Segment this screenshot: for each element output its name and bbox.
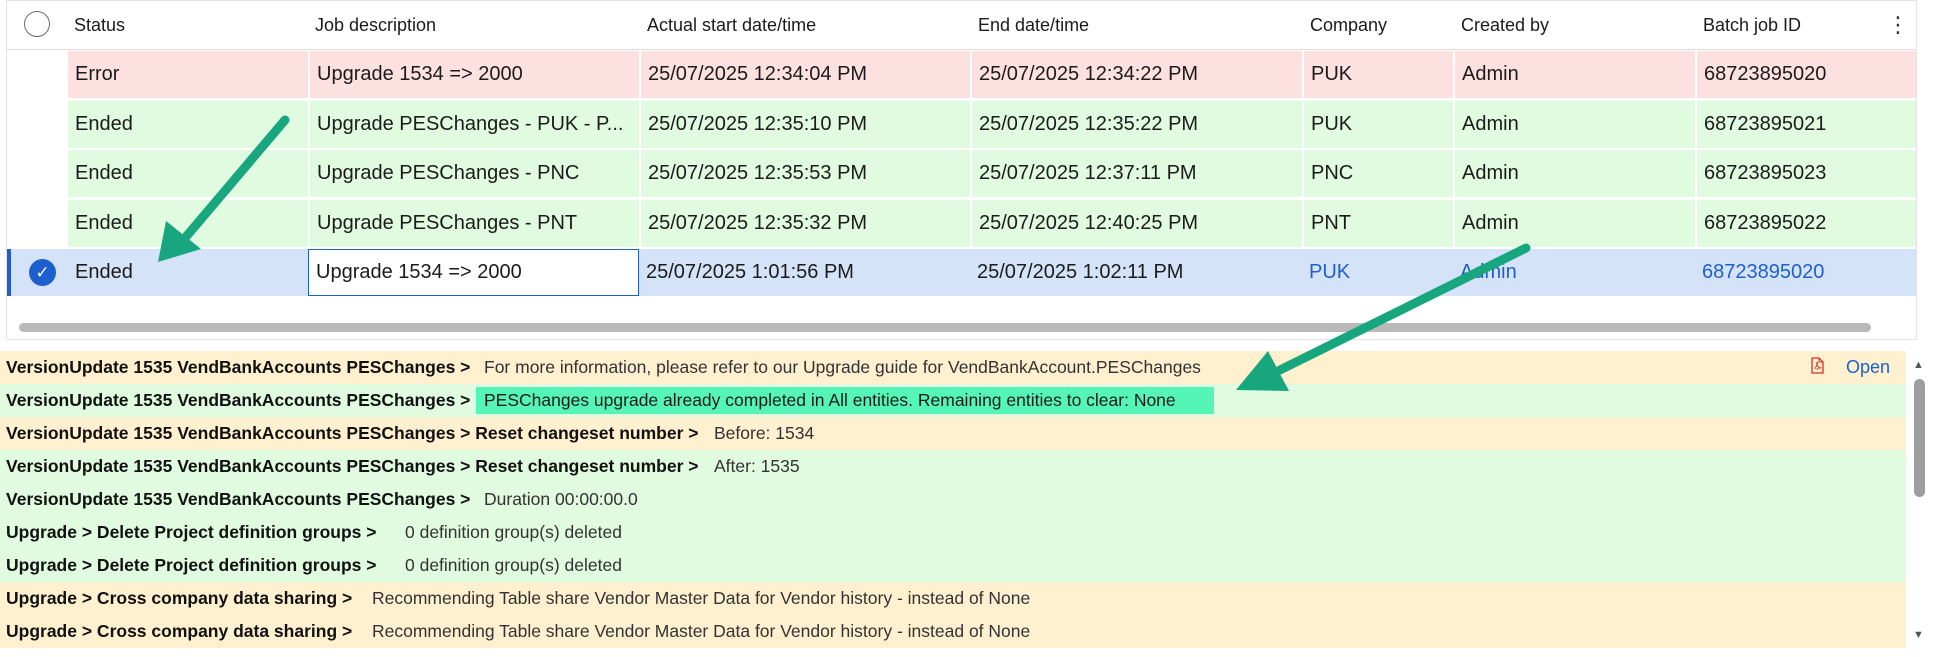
status-cell: Ended <box>75 212 133 234</box>
vertical-scrollbar-thumb[interactable] <box>1914 379 1925 497</box>
log-path: VersionUpdate 1535 VendBankAccounts PESC… <box>6 456 699 476</box>
log-message-row: Upgrade > Delete Project definition grou… <box>0 516 1906 549</box>
end-cell[interactable]: 25/07/2025 12:34:22 PM <box>970 51 1302 98</box>
job-description-cell[interactable]: Upgrade PESChanges - PNC <box>308 150 639 197</box>
pdf-icon[interactable] <box>1811 357 1824 374</box>
log-message: Duration 00:00:00.0 <box>484 489 638 509</box>
batch-jobs-grid: Status Job description Actual start date… <box>6 0 1917 340</box>
vertical-scrollbar[interactable]: ▲ ▼ <box>1908 351 1930 657</box>
batch-id-cell[interactable]: 68723895020 <box>1695 51 1916 98</box>
log-message-row: Upgrade > Cross company data sharing > R… <box>0 615 1906 648</box>
end-cell[interactable]: 25/07/2025 12:40:25 PM <box>970 200 1302 247</box>
table-row[interactable]: Ended Upgrade PESChanges - PNT 25/07/202… <box>7 199 1916 248</box>
log-message-row: VersionUpdate 1535 VendBankAccounts PESC… <box>0 351 1906 384</box>
job-description-cell[interactable]: Upgrade PESChanges - PNT <box>308 200 639 247</box>
log-path: VersionUpdate 1535 VendBankAccounts PESC… <box>6 423 699 443</box>
log-path: VersionUpdate 1535 VendBankAccounts PESC… <box>6 390 471 410</box>
log-message-row: VersionUpdate 1535 VendBankAccounts PESC… <box>0 417 1906 450</box>
created-by-cell[interactable]: Admin <box>1453 51 1695 98</box>
job-description-cell[interactable]: Upgrade 1534 => 2000 <box>308 249 639 296</box>
log-path: Upgrade > Delete Project definition grou… <box>6 555 377 575</box>
job-description-cell[interactable]: Upgrade PESChanges - PUK - P... <box>308 101 639 148</box>
created-by-cell[interactable]: Admin <box>1453 200 1695 247</box>
log-message-highlighted: PESChanges upgrade already completed in … <box>476 387 1214 414</box>
log-path: VersionUpdate 1535 VendBankAccounts PESC… <box>6 489 471 509</box>
column-header-end[interactable]: End date/time <box>978 1 1089 49</box>
log-message: Recommending Table share Vendor Master D… <box>372 621 1031 641</box>
company-cell[interactable]: PUK <box>1302 51 1453 98</box>
log-message: Recommending Table share Vendor Master D… <box>372 588 1031 608</box>
batch-id-cell[interactable]: 68723895022 <box>1695 200 1916 247</box>
status-cell: Error <box>75 63 120 85</box>
log-path: VersionUpdate 1535 VendBankAccounts PESC… <box>6 357 471 377</box>
log-path: Upgrade > Cross company data sharing > <box>6 588 353 608</box>
horizontal-scrollbar[interactable] <box>13 321 1910 333</box>
scroll-down-icon[interactable]: ▼ <box>1913 629 1924 641</box>
log-message-row: VersionUpdate 1535 VendBankAccounts PESC… <box>0 384 1906 417</box>
status-cell: Ended <box>75 261 133 283</box>
log-message-row: VersionUpdate 1535 VendBankAccounts PESC… <box>0 483 1906 516</box>
log-path: Upgrade > Delete Project definition grou… <box>6 522 377 542</box>
created-by-cell[interactable]: Admin <box>1453 150 1695 197</box>
column-header-batch-job-id[interactable]: Batch job ID <box>1703 1 1801 49</box>
column-header-job-description[interactable]: Job description <box>315 1 436 49</box>
start-cell[interactable]: 25/07/2025 12:35:10 PM <box>639 101 970 148</box>
selection-marker <box>7 249 11 296</box>
start-cell[interactable]: 25/07/2025 12:34:04 PM <box>639 51 970 98</box>
select-all-checkbox[interactable] <box>24 11 50 37</box>
log-message-row: Upgrade > Cross company data sharing > R… <box>0 582 1906 615</box>
log-message-row: Upgrade > Delete Project definition grou… <box>0 549 1906 582</box>
column-header-status[interactable]: Status <box>74 1 125 49</box>
grid-header: Status Job description Actual start date… <box>7 1 1916 50</box>
start-cell[interactable]: 25/07/2025 1:01:56 PM <box>639 249 970 296</box>
company-cell[interactable]: PUK <box>1302 101 1453 148</box>
created-by-cell[interactable]: Admin <box>1453 101 1695 148</box>
table-row[interactable]: Error Upgrade 1534 => 2000 25/07/2025 12… <box>7 50 1916 99</box>
batch-id-cell[interactable]: 68723895021 <box>1695 101 1916 148</box>
batch-id-cell[interactable]: 68723895023 <box>1695 150 1916 197</box>
checkmark-icon[interactable]: ✓ <box>29 259 56 286</box>
table-row[interactable]: Ended Upgrade PESChanges - PUK - P... 25… <box>7 100 1916 149</box>
job-description-cell[interactable]: Upgrade 1534 => 2000 <box>308 51 639 98</box>
batch-id-link[interactable]: 68723895020 <box>1695 249 1916 296</box>
end-cell[interactable]: 25/07/2025 12:37:11 PM <box>970 150 1302 197</box>
column-header-company[interactable]: Company <box>1310 1 1387 49</box>
horizontal-scrollbar-thumb[interactable] <box>19 323 1871 332</box>
log-path: Upgrade > Cross company data sharing > <box>6 621 353 641</box>
table-row[interactable]: Ended Upgrade PESChanges - PNC 25/07/202… <box>7 149 1916 198</box>
column-header-created-by[interactable]: Created by <box>1461 1 1549 49</box>
log-message: Before: 1534 <box>714 423 815 443</box>
log-message: 0 definition group(s) deleted <box>405 555 622 575</box>
end-cell[interactable]: 25/07/2025 1:02:11 PM <box>970 249 1302 296</box>
log-message: After: 1535 <box>714 456 800 476</box>
column-header-actual-start[interactable]: Actual start date/time <box>647 1 816 49</box>
company-link[interactable]: PUK <box>1302 249 1453 296</box>
log-message-row: VersionUpdate 1535 VendBankAccounts PESC… <box>0 450 1906 483</box>
more-vertical-icon[interactable]: ⋮ <box>1886 1 1910 49</box>
scroll-up-icon[interactable]: ▲ <box>1913 359 1924 371</box>
start-cell[interactable]: 25/07/2025 12:35:53 PM <box>639 150 970 197</box>
company-cell[interactable]: PNC <box>1302 150 1453 197</box>
start-cell[interactable]: 25/07/2025 12:35:32 PM <box>639 200 970 247</box>
open-link[interactable]: Open <box>1846 351 1890 384</box>
company-cell[interactable]: PNT <box>1302 200 1453 247</box>
table-row-selected[interactable]: ✓ Ended Upgrade 1534 => 2000 25/07/2025 … <box>7 248 1916 297</box>
end-cell[interactable]: 25/07/2025 12:35:22 PM <box>970 101 1302 148</box>
status-cell: Ended <box>75 162 133 184</box>
log-message: For more information, please refer to ou… <box>484 357 1201 377</box>
infolog-panel: VersionUpdate 1535 VendBankAccounts PESC… <box>0 351 1933 657</box>
status-cell: Ended <box>75 113 133 135</box>
log-message: 0 definition group(s) deleted <box>405 522 622 542</box>
created-by-link[interactable]: Admin <box>1453 249 1695 296</box>
